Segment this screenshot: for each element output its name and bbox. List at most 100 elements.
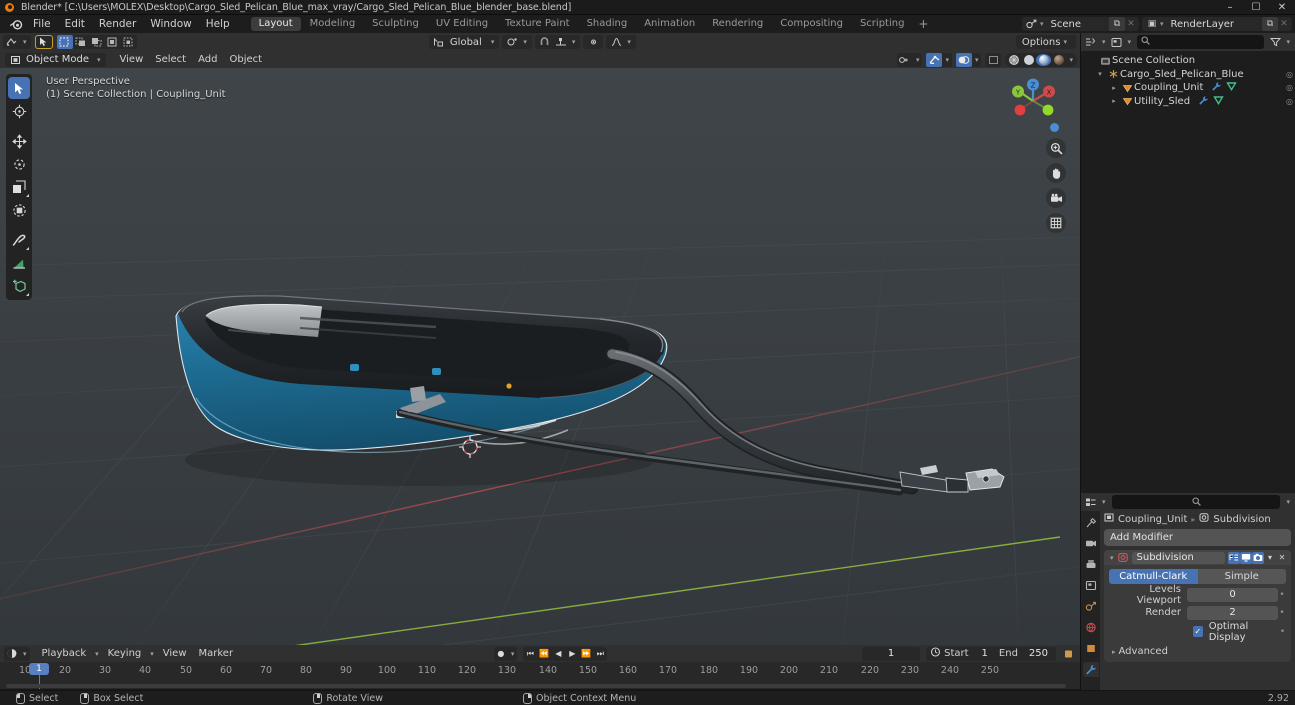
snap-group[interactable]: ▾ xyxy=(534,35,581,49)
expand-triangle-icon[interactable]: ▸ xyxy=(1108,97,1120,105)
outliner-search-input[interactable] xyxy=(1137,35,1265,49)
select-subtract-icon[interactable] xyxy=(89,35,105,49)
remove-modifier-close-icon[interactable]: ✕ xyxy=(1276,552,1288,564)
timeline-menu-playback[interactable]: Playback xyxy=(36,648,93,659)
outliner-row-coupling-unit[interactable]: ▸ Coupling_Unit ◎ xyxy=(1081,81,1295,95)
jump-to-end-button[interactable]: ⏭ xyxy=(593,647,607,661)
tab-scripting[interactable]: Scripting xyxy=(852,17,912,31)
tab-render-icon[interactable] xyxy=(1083,536,1099,551)
transform-icon[interactable] xyxy=(8,199,30,221)
timeline-menu-marker[interactable]: Marker xyxy=(193,648,240,659)
catmull-clark-option[interactable]: Catmull-Clark xyxy=(1109,569,1198,584)
end-frame-value[interactable]: 250 xyxy=(1021,648,1052,659)
outliner-row-scene-collection[interactable]: Scene Collection xyxy=(1081,54,1295,68)
properties-options-chevron-down-icon[interactable]: ▾ xyxy=(1283,498,1293,506)
outliner-row-utility-sled[interactable]: ▸ Utility_Sled ◎ xyxy=(1081,95,1295,109)
modifier-wrench-icon[interactable] xyxy=(1198,95,1209,108)
jump-to-start-button[interactable]: ⏮ xyxy=(523,647,537,661)
menu-help[interactable]: Help xyxy=(199,15,237,33)
tab-output-icon[interactable] xyxy=(1083,557,1099,572)
tweak-select-icon[interactable] xyxy=(8,77,30,99)
tab-tool-icon[interactable] xyxy=(1083,515,1099,530)
use-preview-range-icon[interactable] xyxy=(930,647,941,660)
overlays-group[interactable]: ▾ xyxy=(955,52,982,67)
rotate-icon[interactable] xyxy=(8,153,30,175)
add-modifier-button[interactable]: Add Modifier xyxy=(1104,529,1291,546)
menu-render[interactable]: Render xyxy=(92,15,143,33)
render-levels-animate-dot-icon[interactable]: • xyxy=(1278,608,1286,618)
menu-window[interactable]: Window xyxy=(143,15,198,33)
zoom-gizmo-dot-icon[interactable] xyxy=(1050,123,1059,132)
visibility-group[interactable]: ▾ xyxy=(896,52,923,67)
tab-animation[interactable]: Animation xyxy=(636,17,703,31)
display-in-viewport-icon[interactable] xyxy=(1240,551,1252,564)
advanced-section-header[interactable]: ▸ Advanced xyxy=(1109,644,1286,659)
annotate-icon[interactable] xyxy=(8,229,30,251)
current-frame-field[interactable]: 1 xyxy=(862,646,921,661)
add-cube-icon[interactable] xyxy=(8,275,30,297)
play-button[interactable]: ▶ xyxy=(565,647,579,661)
tab-object-icon[interactable] xyxy=(1083,641,1099,656)
timeline-snap-icon[interactable] xyxy=(1060,647,1076,661)
expand-triangle-icon[interactable]: ▾ xyxy=(1094,70,1106,78)
outliner-row-cargo-sled[interactable]: ▾ Cargo_Sled_Pelican_Blue ◎ xyxy=(1081,68,1295,82)
play-reverse-button[interactable]: ◀ xyxy=(551,647,565,661)
menu-edit[interactable]: Edit xyxy=(58,15,92,33)
modifier-wrench-icon[interactable] xyxy=(1211,81,1222,94)
modifier-expand-triangle-icon[interactable]: ▾ xyxy=(1107,554,1117,562)
pivot-point-selector[interactable]: ▾ xyxy=(502,35,532,49)
scale-icon[interactable] xyxy=(8,176,30,198)
tab-compositing[interactable]: Compositing xyxy=(772,17,851,31)
select-invert-icon[interactable] xyxy=(105,35,121,49)
outliner-editor-type-icon[interactable] xyxy=(1083,35,1099,49)
timeline-playhead[interactable]: 1 xyxy=(29,663,49,675)
zoom-icon[interactable] xyxy=(1046,138,1066,158)
camera-view-icon[interactable] xyxy=(1046,188,1066,208)
hide-in-viewport-icon[interactable]: ◎ xyxy=(1286,97,1293,106)
levels-viewport-field[interactable]: 0 xyxy=(1187,587,1278,602)
start-frame-value[interactable]: 1 xyxy=(972,648,996,659)
measure-icon[interactable] xyxy=(8,252,30,274)
properties-editor-type-icon[interactable] xyxy=(1083,495,1099,509)
modifier-name-field[interactable]: Subdivision xyxy=(1131,551,1225,564)
tab-shading[interactable]: Shading xyxy=(579,17,636,31)
select-extend-icon[interactable] xyxy=(73,35,89,49)
tab-uv-editing[interactable]: UV Editing xyxy=(428,17,496,31)
material-preview-shading-icon[interactable] xyxy=(1036,53,1052,66)
tweak-tool-button[interactable] xyxy=(34,35,53,49)
viewport-menu-view[interactable]: View xyxy=(114,51,150,69)
navigation-gizmo[interactable]: Z X Y xyxy=(1004,72,1062,130)
timeline-menu-view[interactable]: View xyxy=(157,648,193,659)
viewlayer-selector[interactable]: ▣ ▾ RenderLayer ⧉ ✕ xyxy=(1142,17,1292,31)
render-levels-field[interactable]: 2 xyxy=(1187,605,1278,620)
mesh-data-icon[interactable] xyxy=(1226,81,1238,94)
select-set-icon[interactable] xyxy=(56,35,73,49)
optimal-display-animate-dot-icon[interactable]: • xyxy=(1279,627,1286,637)
3d-viewport[interactable]: User Perspective (1) Scene Collection | … xyxy=(0,68,1080,645)
timeline-menu-keying[interactable]: Keying xyxy=(102,648,148,659)
hide-in-viewport-icon[interactable]: ◎ xyxy=(1286,70,1293,79)
tab-modeling[interactable]: Modeling xyxy=(302,17,364,31)
minimize-button[interactable]: – xyxy=(1217,0,1243,15)
select-intersect-icon[interactable] xyxy=(121,35,137,49)
viewport-options-button[interactable]: Options ▾ xyxy=(1015,35,1076,49)
new-scene-button[interactable]: ⧉ xyxy=(1109,17,1125,31)
jump-to-prev-keyframe-button[interactable]: ⏪ xyxy=(537,647,551,661)
show-on-cage-icon[interactable] xyxy=(1228,551,1240,564)
pan-hand-icon[interactable] xyxy=(1046,163,1066,183)
scene-selector[interactable]: ▾ Scene ⧉ ✕ xyxy=(1021,17,1139,31)
wireframe-shading-icon[interactable] xyxy=(1006,54,1021,66)
viewport-menu-add[interactable]: Add xyxy=(192,51,223,69)
add-workspace-button[interactable]: + xyxy=(913,17,933,31)
simple-option[interactable]: Simple xyxy=(1197,569,1286,584)
remove-viewlayer-button[interactable]: ✕ xyxy=(1278,17,1290,31)
editor-type-selector[interactable]: ▾ xyxy=(3,35,31,49)
properties-search-input[interactable] xyxy=(1111,495,1281,509)
levels-viewport-animate-dot-icon[interactable]: • xyxy=(1278,590,1286,600)
blender-menu-icon[interactable] xyxy=(6,16,26,32)
rendered-shading-icon[interactable] xyxy=(1051,54,1066,66)
breadcrumb-object-label[interactable]: Coupling_Unit xyxy=(1118,514,1187,525)
mesh-data-icon[interactable] xyxy=(1213,95,1224,108)
solid-shading-icon[interactable] xyxy=(1021,54,1036,66)
tab-modifier-wrench-icon[interactable] xyxy=(1082,662,1099,677)
